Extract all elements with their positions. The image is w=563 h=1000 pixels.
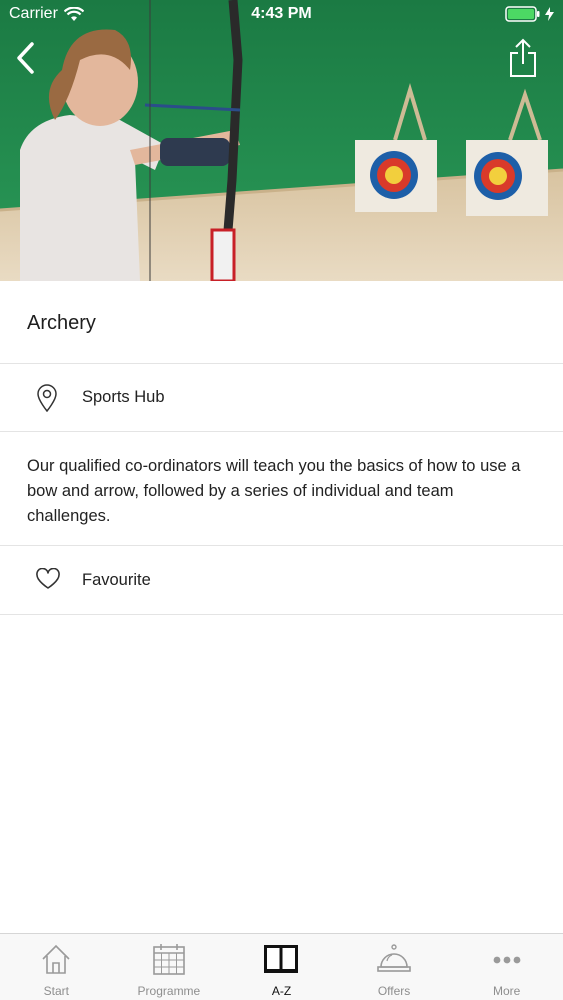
tab-label: Offers [377, 984, 411, 998]
activity-description: Our qualified co-ordinators will teach y… [27, 457, 521, 525]
location-row: Sports Hub [0, 364, 563, 432]
more-dots-icon [493, 956, 521, 964]
tab-label: A-Z [271, 984, 292, 998]
battery-icon [505, 6, 540, 22]
status-time: 4:43 PM [251, 5, 312, 22]
back-button[interactable] [10, 38, 44, 78]
title-section: Archery [0, 281, 563, 364]
battery [505, 6, 554, 22]
tab-more[interactable]: More [450, 934, 563, 1000]
favourite-label: Favourite [82, 571, 151, 589]
charging-bolt-icon [545, 7, 554, 21]
activity-title: Archery [27, 312, 96, 334]
home-icon [42, 944, 70, 974]
book-icon [264, 945, 299, 973]
share-icon [510, 38, 536, 77]
tab-label: More [493, 984, 521, 998]
location-label: Sports Hub [82, 388, 165, 406]
map-pin-icon [37, 384, 57, 412]
tab-programme[interactable]: Programme [113, 934, 226, 1000]
tab-bar: Start Programme A-Z Offers More [0, 933, 563, 1000]
tab-label: Programme [137, 984, 201, 998]
share-button[interactable] [503, 36, 543, 80]
tab-label: Start [43, 984, 69, 998]
description-section: Our qualified co-ordinators will teach y… [0, 432, 563, 546]
favourite-row[interactable]: Favourite [0, 546, 563, 615]
calendar-icon [153, 944, 185, 975]
service-bell-icon [377, 944, 411, 972]
chevron-left-icon [17, 42, 34, 74]
tab-a-z[interactable]: A-Z [225, 934, 338, 1000]
hero-image [0, 0, 563, 281]
tab-start[interactable]: Start [0, 934, 113, 1000]
heart-icon[interactable] [35, 568, 61, 590]
tab-offers[interactable]: Offers [338, 934, 451, 1000]
status-bar: Carrier 4:43 PM [0, 0, 563, 30]
